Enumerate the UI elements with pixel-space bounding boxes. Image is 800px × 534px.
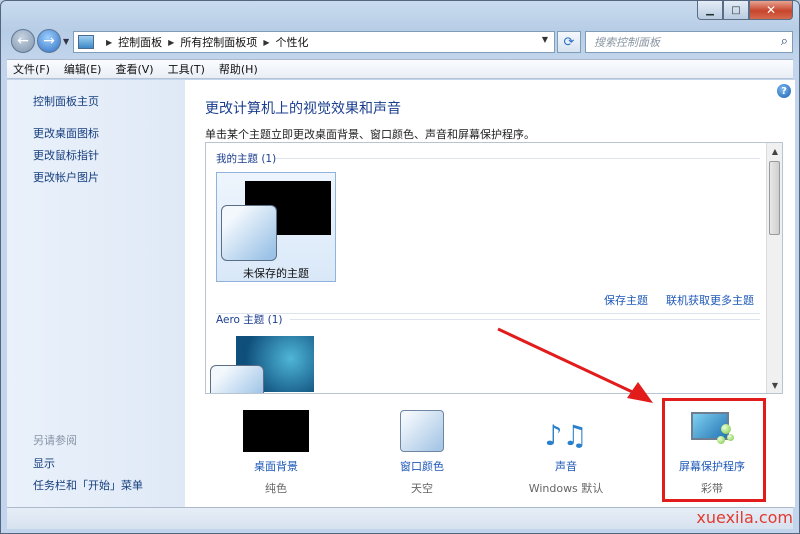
- status-bar: [7, 507, 793, 529]
- watermark: xuexila.com: [696, 508, 793, 527]
- control-panel-window: ▁ □ ✕ ← → ▼ ▶ 控制面板 ▶ 所有控制面板项 ▶ 个性化 ▼ ⟳ 搜…: [0, 0, 800, 534]
- annotation-arrow: [497, 327, 653, 403]
